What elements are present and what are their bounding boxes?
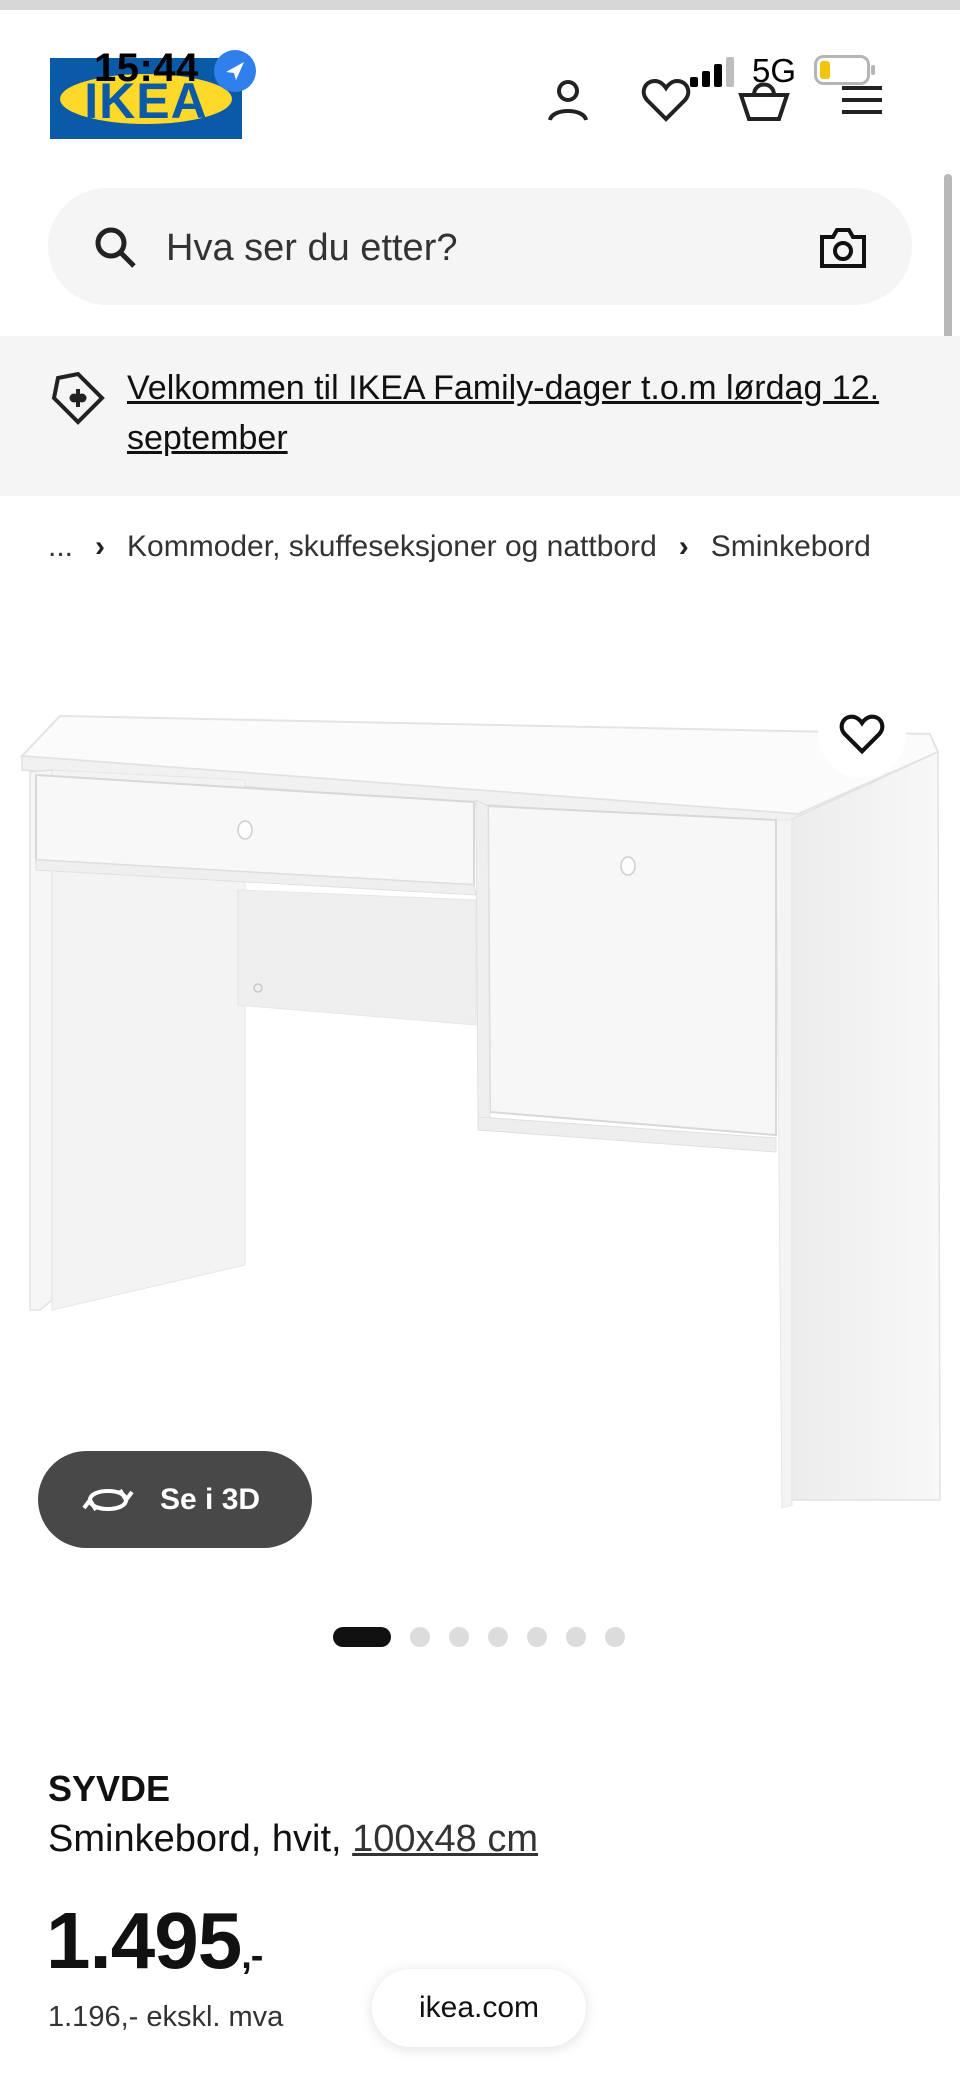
carousel-dot[interactable] [488,1627,508,1647]
carousel-dot[interactable] [410,1627,430,1647]
favorites-button[interactable] [636,70,696,130]
search-input[interactable] [166,212,766,284]
product-price: 1.495,- [46,1895,263,1987]
location-arrow-icon [214,50,256,92]
profile-icon [548,80,588,121]
product-name: SYVDE [48,1768,171,1809]
image-carousel-dots [333,1627,644,1647]
view-3d-label: Se i 3D [160,1482,261,1516]
price-value: 1.495 [46,1896,242,1985]
carousel-dot[interactable] [566,1627,586,1647]
carousel-dot[interactable] [449,1627,469,1647]
basket-icon [738,82,790,121]
search-icon [95,227,136,268]
page-scrollbar[interactable] [944,174,952,360]
carousel-dot[interactable] [333,1627,391,1647]
product-type: Sminkebord, hvit, [48,1818,342,1860]
breadcrumb-item-dressers[interactable]: Kommoder, skuffeseksjoner og nattbord [127,530,657,564]
breadcrumb: ... › Kommoder, skuffeseksjoner og nattb… [48,527,871,567]
breadcrumb-ellipsis[interactable]: ... [48,530,73,564]
status-time: 15:44 [94,46,199,90]
heart-icon [641,78,691,122]
camera-icon[interactable] [818,222,868,272]
browser-url-pill[interactable]: ikea.com [372,1969,586,2047]
product-image[interactable] [0,620,960,1580]
basket-button[interactable] [734,70,794,130]
chevron-right-icon: › [95,530,106,563]
view-3d-button[interactable]: Se i 3D [38,1451,312,1548]
chevron-right-icon: › [678,530,689,563]
promo-link[interactable]: Velkommen til IKEA Family-dager t.o.m lø… [127,363,897,463]
profile-button[interactable] [538,70,598,130]
breadcrumb-item-dressing-tables[interactable]: Sminkebord [711,530,871,564]
add-to-favorites-button[interactable] [818,690,906,778]
menu-icon [842,86,882,114]
price-tag-icon [51,371,105,425]
carousel-dot[interactable] [605,1627,625,1647]
product-description: Sminkebord, hvit, 100x48 cm [48,1818,538,1861]
carousel-dot[interactable] [527,1627,547,1647]
heart-icon [839,714,885,755]
menu-button[interactable] [832,70,892,130]
top-edge [0,0,960,10]
product-size-link[interactable]: 100x48 cm [352,1818,538,1860]
price-suffix: ,- [241,1935,263,1977]
price-excl-vat: 1.196,- ekskl. mva [48,2001,284,2033]
rotate-3d-icon [82,1488,134,1511]
